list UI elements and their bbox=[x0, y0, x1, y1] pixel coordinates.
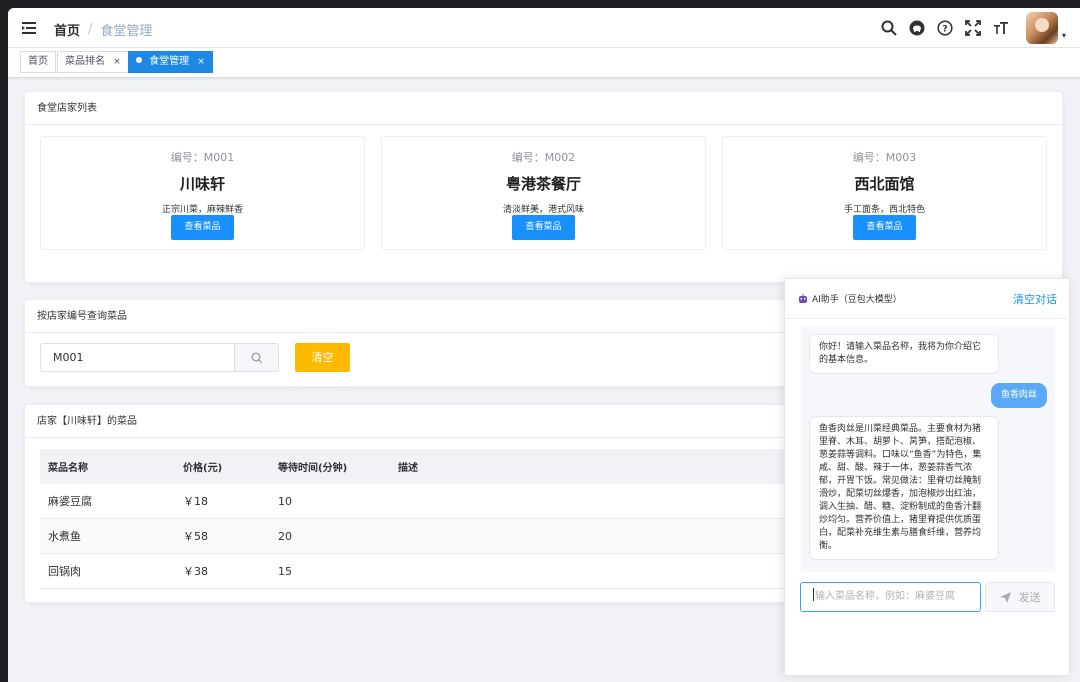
app-window: 首页 / 食堂管理 ? ▾ 首页 菜品排名 × 食堂管理 × 食堂店家列表 编号… bbox=[8, 8, 1080, 682]
table-row[interactable]: 回锅肉 ￥38 15 bbox=[40, 554, 800, 589]
search-icon bbox=[251, 352, 262, 363]
breadcrumb: 首页 / 食堂管理 bbox=[54, 20, 152, 39]
wait-time-cell: 15 bbox=[278, 564, 292, 578]
navbar-actions: ? ▾ bbox=[880, 8, 1080, 48]
tag-label: 首页 bbox=[28, 56, 48, 67]
tag-home[interactable]: 首页 bbox=[20, 51, 56, 73]
dish-name-input[interactable]: 输入菜品名称，例如：麻婆豆腐 bbox=[800, 582, 981, 612]
send-button[interactable]: 发送 bbox=[985, 582, 1055, 612]
search-icon[interactable] bbox=[880, 19, 898, 37]
view-dishes-button[interactable]: 查看菜品 bbox=[853, 215, 916, 240]
clear-chat-button[interactable]: 清空对话 bbox=[1013, 291, 1057, 307]
active-dot-icon bbox=[136, 57, 142, 63]
column-header: 描述 bbox=[398, 463, 418, 474]
store-card: 编号：M003 西北面馆 手工面条，西北特色 查看菜品 bbox=[722, 136, 1047, 250]
close-icon[interactable]: × bbox=[113, 57, 121, 67]
column-header: 菜品名称 bbox=[48, 463, 88, 474]
tag-label: 食堂管理 bbox=[149, 56, 190, 67]
ai-title-text: AI助手（豆包大模型） bbox=[812, 295, 902, 305]
question-icon[interactable]: ? bbox=[936, 19, 954, 37]
sidebar-toggle-icon[interactable] bbox=[20, 18, 40, 38]
close-icon[interactable]: × bbox=[197, 57, 205, 67]
stores-card-title: 食堂店家列表 bbox=[25, 92, 1062, 125]
svg-text:?: ? bbox=[942, 25, 947, 35]
price-cell: ￥18 bbox=[183, 495, 208, 508]
column-header: 等待时间(分钟) bbox=[278, 463, 348, 474]
store-card: 编号：M002 粤港茶餐厅 清淡鲜美，港式风味 查看菜品 bbox=[381, 136, 706, 250]
text-caret bbox=[813, 588, 814, 601]
price-cell: ￥58 bbox=[183, 530, 208, 543]
tags-view: 首页 菜品排名 × 食堂管理 × bbox=[8, 48, 1080, 78]
tag-dish-ranking[interactable]: 菜品排名 × bbox=[57, 51, 129, 73]
store-card: 编号：M001 川味轩 正宗川菜，麻辣鲜香 查看菜品 bbox=[40, 136, 365, 250]
dish-name-cell: 回锅肉 bbox=[48, 565, 81, 578]
font-size-icon[interactable] bbox=[992, 19, 1010, 37]
breadcrumb-home[interactable]: 首页 bbox=[54, 20, 80, 39]
ai-panel-header: AI助手（豆包大模型） 清空对话 bbox=[785, 279, 1069, 319]
chat-messages: 你好！请输入菜品名称，我将为你介绍它的基本信息。 鱼香肉丝 鱼香肉丝是川菜经典菜… bbox=[801, 326, 1055, 572]
store-desc: 正宗川菜，麻辣鲜香 bbox=[161, 205, 243, 215]
user-message: 鱼香肉丝 bbox=[990, 383, 1047, 408]
store-name: 西北面馆 bbox=[854, 175, 915, 193]
dish-table: 菜品名称 价格(元) 等待时间(分钟) 描述 麻婆豆腐 ￥18 10 水煮鱼 ￥… bbox=[40, 449, 800, 589]
github-icon[interactable] bbox=[908, 19, 926, 37]
table-row[interactable]: 水煮鱼 ￥58 20 bbox=[40, 519, 800, 554]
ai-panel-title: AI助手（豆包大模型） bbox=[798, 292, 902, 305]
search-button[interactable] bbox=[234, 343, 279, 372]
tag-label: 菜品排名 bbox=[65, 56, 105, 67]
dish-name-cell: 水煮鱼 bbox=[48, 530, 81, 543]
input-placeholder: 输入菜品名称，例如：麻婆豆腐 bbox=[815, 591, 955, 602]
stores-card: 食堂店家列表 编号：M001 川味轩 正宗川菜，麻辣鲜香 查看菜品 编号：M00… bbox=[24, 91, 1063, 283]
send-icon bbox=[999, 591, 1011, 603]
price-cell: ￥38 bbox=[183, 565, 208, 578]
store-name: 川味轩 bbox=[179, 175, 225, 193]
assistant-message: 鱼香肉丝是川菜经典菜品。主要食材为猪里脊、木耳、胡萝卜、莴笋，搭配泡椒、葱姜蒜等… bbox=[809, 416, 999, 560]
avatar[interactable] bbox=[1025, 12, 1058, 44]
store-code: 编号：M002 bbox=[511, 151, 576, 164]
column-header: 价格(元) bbox=[183, 463, 223, 474]
clear-button[interactable]: 清空 bbox=[295, 343, 350, 372]
tag-canteen-management[interactable]: 食堂管理 × bbox=[128, 51, 213, 73]
store-code-input[interactable]: M001 bbox=[40, 343, 235, 372]
store-code: 编号：M003 bbox=[852, 151, 917, 164]
fullscreen-icon[interactable] bbox=[964, 19, 982, 37]
store-code: 编号：M001 bbox=[170, 151, 235, 164]
view-dishes-button[interactable]: 查看菜品 bbox=[512, 215, 575, 240]
robot-icon bbox=[799, 293, 807, 303]
table-header: 菜品名称 价格(元) 等待时间(分钟) 描述 bbox=[40, 449, 800, 484]
view-dishes-button[interactable]: 查看菜品 bbox=[171, 215, 234, 240]
breadcrumb-separator: / bbox=[88, 22, 93, 37]
ai-assistant-panel: AI助手（豆包大模型） 清空对话 你好！请输入菜品名称，我将为你介绍它的基本信息… bbox=[784, 278, 1070, 676]
table-row[interactable]: 麻婆豆腐 ￥18 10 bbox=[40, 484, 800, 519]
wait-time-cell: 20 bbox=[278, 529, 292, 543]
store-desc: 手工面条，西北特色 bbox=[843, 205, 925, 215]
breadcrumb-current: 食堂管理 bbox=[100, 24, 153, 39]
chevron-down-icon[interactable]: ▾ bbox=[1062, 31, 1066, 40]
navbar: 首页 / 食堂管理 ? ▾ bbox=[8, 8, 1080, 48]
dish-name-cell: 麻婆豆腐 bbox=[48, 495, 92, 508]
store-desc: 清淡鲜美，港式风味 bbox=[502, 205, 584, 215]
assistant-message: 你好！请输入菜品名称，我将为你介绍它的基本信息。 bbox=[809, 334, 999, 374]
send-label: 发送 bbox=[1018, 591, 1041, 604]
store-name: 粤港茶餐厅 bbox=[505, 175, 581, 193]
wait-time-cell: 10 bbox=[278, 494, 292, 508]
